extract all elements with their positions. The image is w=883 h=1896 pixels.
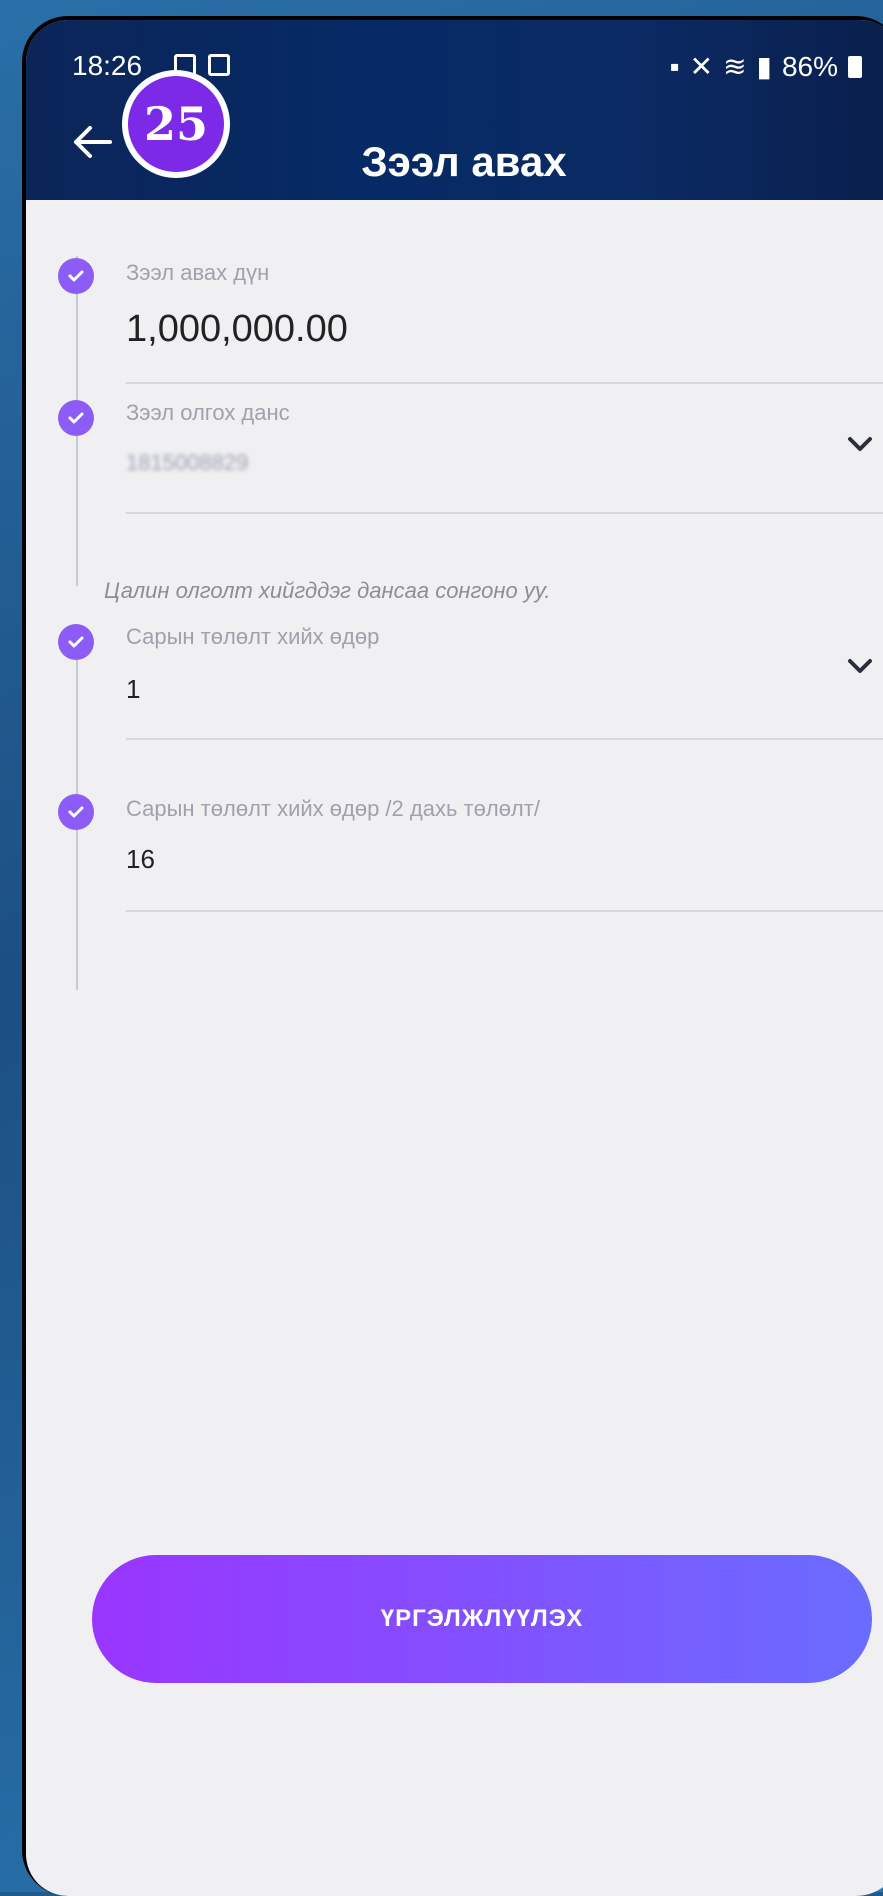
receive-account-value: 1815008829 <box>126 450 249 475</box>
step-check-icon <box>58 794 94 830</box>
chevron-down-icon <box>848 437 872 451</box>
divider <box>126 910 883 912</box>
receive-account-select[interactable]: Зээл олгох данс 1815008829 <box>126 400 883 516</box>
status-indicators: ▪ ✕ ≋ ▮ 86% <box>670 50 862 83</box>
account-hint: Цалин олголт хийгддэг дансаа сонгоно уу. <box>104 578 551 603</box>
wifi-icon: ≋ <box>723 51 747 82</box>
step-check-icon <box>58 624 94 660</box>
divider <box>126 512 883 514</box>
app-header: 18:26 ▪ ✕ ≋ ▮ 86% 25 Зээл авах <box>26 20 883 200</box>
chevron-down-icon <box>848 659 872 673</box>
divider <box>126 382 883 384</box>
receive-account-label: Зээл олгох данс <box>126 400 290 425</box>
mute-icon: ✕ <box>689 51 714 82</box>
screenshot-icon <box>208 54 230 76</box>
app-screen: 18:26 ▪ ✕ ≋ ▮ 86% 25 Зээл авах Зээл авах… <box>26 20 883 1896</box>
signal-icon: ▮ <box>756 51 772 82</box>
battery-percent: 86% <box>781 50 838 82</box>
step-check-icon <box>58 400 94 436</box>
loan-amount-label: Зээл авах дүн <box>126 260 270 285</box>
payment-day-2-value: 16 <box>126 844 155 874</box>
phone-frame: 18:26 ▪ ✕ ≋ ▮ 86% 25 Зээл авах Зээл авах… <box>22 16 883 1896</box>
payment-day-2-field[interactable]: Сарын төлөлт хийх өдөр /2 дахь төлөлт/ 1… <box>126 796 883 914</box>
battery-icon <box>848 55 862 78</box>
loan-amount-field[interactable]: Зээл авах дүн 1,000,000.00 <box>126 260 883 386</box>
step-check-icon <box>58 258 94 294</box>
lock-icon: ▪ <box>669 50 680 82</box>
page-title: Зээл авах <box>361 138 567 185</box>
payment-day-value: 1 <box>126 674 141 704</box>
payment-day-2-label: Сарын төлөлт хийх өдөр /2 дахь төлөлт/ <box>126 796 540 821</box>
status-time: 18:26 <box>72 50 143 81</box>
payment-day-label: Сарын төлөлт хийх өдөр <box>126 624 380 649</box>
payment-day-select[interactable]: Сарын төлөлт хийх өдөр 1 <box>126 624 883 742</box>
continue-button[interactable]: ҮРГЭЛЖЛҮҮЛЭХ <box>92 1555 872 1683</box>
divider <box>126 738 883 740</box>
loan-amount-value: 1,000,000.00 <box>126 308 348 350</box>
